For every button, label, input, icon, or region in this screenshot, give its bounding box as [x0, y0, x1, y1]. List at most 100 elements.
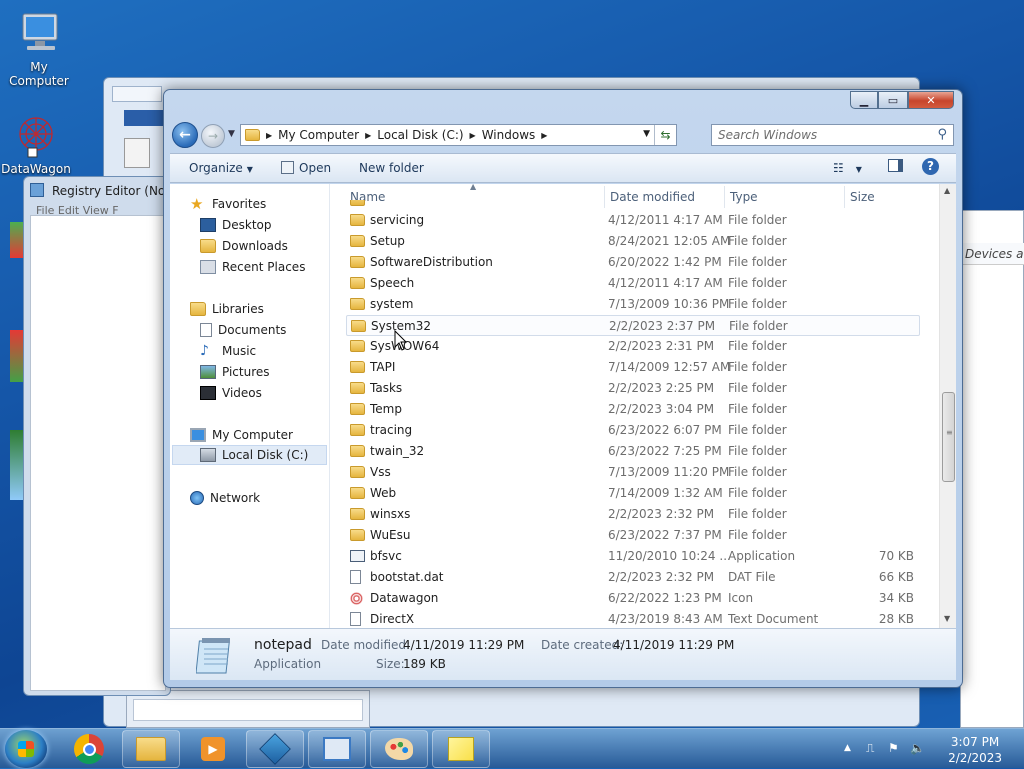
nav-my-computer[interactable]: My Computer — [190, 425, 293, 445]
back-button[interactable]: ← — [172, 122, 198, 148]
file-date: 2/2/2023 2:25 PM — [608, 381, 715, 395]
search-input[interactable]: Search Windows ⚲ — [711, 124, 954, 146]
table-row[interactable]: winsxs 2/2/2023 2:32 PM File folder — [346, 504, 920, 525]
show-hidden-icons-button[interactable]: ▲ — [844, 743, 860, 759]
table-row[interactable]: Datawagon 6/22/2022 1:23 PM Icon 34 KB — [346, 588, 920, 609]
file-type: File folder — [728, 507, 787, 521]
file-name: Temp — [370, 402, 402, 416]
hidden-desktop-icon[interactable] — [10, 222, 24, 258]
table-row[interactable]: DirectX 4/23/2019 8:43 AM Text Document 28 … — [346, 609, 920, 628]
refresh-icon: ⇆ — [660, 128, 671, 142]
change-view-button[interactable]: ☷ ▼ — [833, 161, 862, 175]
nav-desktop[interactable]: Desktop — [200, 215, 272, 235]
hidden-desktop-icon[interactable] — [10, 330, 24, 382]
address-history-dropdown[interactable]: ▼ — [643, 129, 650, 139]
table-row[interactable] — [346, 200, 920, 208]
table-row[interactable]: SysWOW64 2/2/2023 2:31 PM File folder — [346, 336, 920, 357]
file-type: File folder — [729, 319, 788, 333]
table-row[interactable]: twain_32 6/23/2022 7:25 PM File folder — [346, 441, 920, 462]
table-row[interactable]: bfsvc 11/20/2010 10:24 ... Application 70 K… — [346, 546, 920, 567]
volume-icon[interactable]: 🔈 — [910, 741, 926, 757]
scroll-up-icon[interactable]: ▲ — [944, 186, 950, 195]
desktop-icon-datawagon[interactable]: DataWagon — [0, 112, 74, 176]
taskbar-registry-editor[interactable] — [246, 730, 304, 768]
taskbar-paint[interactable] — [370, 730, 428, 768]
table-row[interactable]: WuEsu 6/23/2022 7:37 PM File folder — [346, 525, 920, 546]
recent-pages-dropdown[interactable]: ▼ — [228, 129, 235, 139]
mouse-cursor-icon — [394, 330, 408, 351]
nav-local-disk[interactable]: Local Disk (C:) — [172, 445, 327, 465]
table-row[interactable]: system 7/13/2009 10:36 PM File folder — [346, 294, 920, 315]
nav-videos[interactable]: Videos — [200, 383, 262, 403]
breadcrumb-my-computer[interactable]: My Computer — [278, 128, 359, 142]
details-file-kind: Application — [254, 657, 322, 671]
vertical-scrollbar[interactable]: ▲ ≡ ▼ — [939, 184, 956, 628]
maximize-button[interactable]: ▭ — [878, 91, 908, 109]
breadcrumb-arrow-icon[interactable]: ▶ — [541, 131, 547, 140]
nav-favorites[interactable]: ★ Favorites — [190, 194, 266, 214]
table-row[interactable]: bootstat.dat 2/2/2023 2:32 PM DAT File 66 K… — [346, 567, 920, 588]
navigation-bar: ← → ▼ ▶ My Computer ▶ Local Disk (C:) ▶ … — [172, 122, 956, 148]
nav-documents[interactable]: Documents — [200, 320, 286, 340]
refresh-button[interactable]: ⇆ — [654, 125, 676, 145]
taskbar-media-player[interactable]: ▶ — [184, 730, 242, 768]
table-row[interactable]: Tasks 2/2/2023 2:25 PM File folder — [346, 378, 920, 399]
details-created-value: 4/11/2019 11:29 PM — [613, 638, 735, 652]
registry-tree[interactable] — [30, 215, 166, 691]
table-row[interactable]: System32 2/2/2023 2:37 PM File folder — [346, 315, 920, 336]
nav-recent-places[interactable]: Recent Places — [200, 257, 305, 277]
navigation-pane[interactable]: ★ Favorites Desktop Downloads Recent Plac… — [170, 184, 330, 628]
new-folder-button[interactable]: New folder — [359, 161, 424, 175]
taskbar-chrome[interactable] — [60, 730, 118, 768]
table-row[interactable]: Temp 2/2/2023 3:04 PM File folder — [346, 399, 920, 420]
breadcrumb-local-disk[interactable]: Local Disk (C:) — [377, 128, 463, 142]
minimize-button[interactable]: ▁ — [850, 91, 878, 109]
taskbar-control-panel[interactable] — [308, 730, 366, 768]
breadcrumb-arrow-icon[interactable]: ▶ — [470, 131, 476, 140]
explorer-window[interactable]: ▁ ▭ ✕ ← → ▼ ▶ My Computer ▶ Local Disk (… — [163, 89, 963, 688]
folder-icon — [350, 235, 365, 247]
search-icon[interactable]: ⚲ — [937, 127, 947, 142]
background-devices-window[interactable]: Devices and — [960, 210, 1024, 728]
taskbar-sticky-notes[interactable] — [432, 730, 490, 768]
breadcrumb-arrow-icon[interactable]: ▶ — [365, 131, 371, 140]
recent-places-icon — [200, 260, 216, 274]
organize-button[interactable]: Organize ▼ — [189, 161, 253, 175]
help-button[interactable]: ? — [922, 158, 939, 175]
videos-icon — [200, 386, 216, 400]
nav-downloads[interactable]: Downloads — [200, 236, 288, 256]
table-row[interactable]: servicing 4/12/2011 4:17 AM File folder — [346, 210, 920, 231]
breadcrumb-windows[interactable]: Windows — [482, 128, 536, 142]
nav-pictures[interactable]: Pictures — [200, 362, 270, 382]
scroll-down-icon[interactable]: ▼ — [944, 614, 950, 623]
forward-button[interactable]: → — [201, 124, 225, 148]
breadcrumb-arrow-icon[interactable]: ▶ — [266, 131, 272, 140]
taskbar-explorer[interactable] — [122, 730, 180, 768]
open-button[interactable]: Open — [281, 161, 331, 175]
table-row[interactable]: Web 7/14/2009 1:32 AM File folder — [346, 483, 920, 504]
registry-editor-window[interactable]: Registry Editor (Not R File Edit View F — [23, 176, 182, 696]
desktop-icon-my-computer[interactable]: My Computer — [1, 10, 77, 88]
folder-icon — [350, 487, 365, 499]
nav-network[interactable]: Network — [190, 488, 260, 508]
address-bar[interactable]: ▶ My Computer ▶ Local Disk (C:) ▶ Window… — [240, 124, 677, 146]
table-row[interactable]: Setup 8/24/2021 12:05 AM File folder — [346, 231, 920, 252]
action-center-icon[interactable]: ⚑ — [888, 741, 904, 757]
scrollbar-thumb[interactable]: ≡ — [942, 392, 955, 482]
start-button[interactable] — [5, 730, 47, 768]
table-row[interactable]: tracing 6/23/2022 6:07 PM File folder — [346, 420, 920, 441]
network-tray-icon[interactable]: ⎍ — [866, 741, 882, 757]
nav-music[interactable]: ♪ Music — [200, 341, 256, 361]
table-row[interactable]: Vss 7/13/2009 11:20 PM File folder — [346, 462, 920, 483]
clock[interactable]: 3:07 PM 2/2/2023 — [948, 734, 1002, 766]
table-row[interactable]: SoftwareDistribution 6/20/2022 1:42 PM Fil… — [346, 252, 920, 273]
nav-libraries[interactable]: Libraries — [190, 299, 264, 319]
table-row[interactable]: TAPI 7/14/2009 12:57 AM File folder — [346, 357, 920, 378]
close-button[interactable]: ✕ — [908, 91, 954, 109]
file-list[interactable]: Name ▲ Date modified Type Size servicing… — [332, 184, 956, 628]
hidden-desktop-icon[interactable] — [10, 430, 24, 500]
explorer-content: ★ Favorites Desktop Downloads Recent Plac… — [170, 184, 956, 628]
table-row[interactable]: Speech 4/12/2011 4:17 AM File folder — [346, 273, 920, 294]
bg-view-button[interactable] — [124, 110, 166, 126]
preview-pane-button[interactable] — [888, 159, 903, 175]
